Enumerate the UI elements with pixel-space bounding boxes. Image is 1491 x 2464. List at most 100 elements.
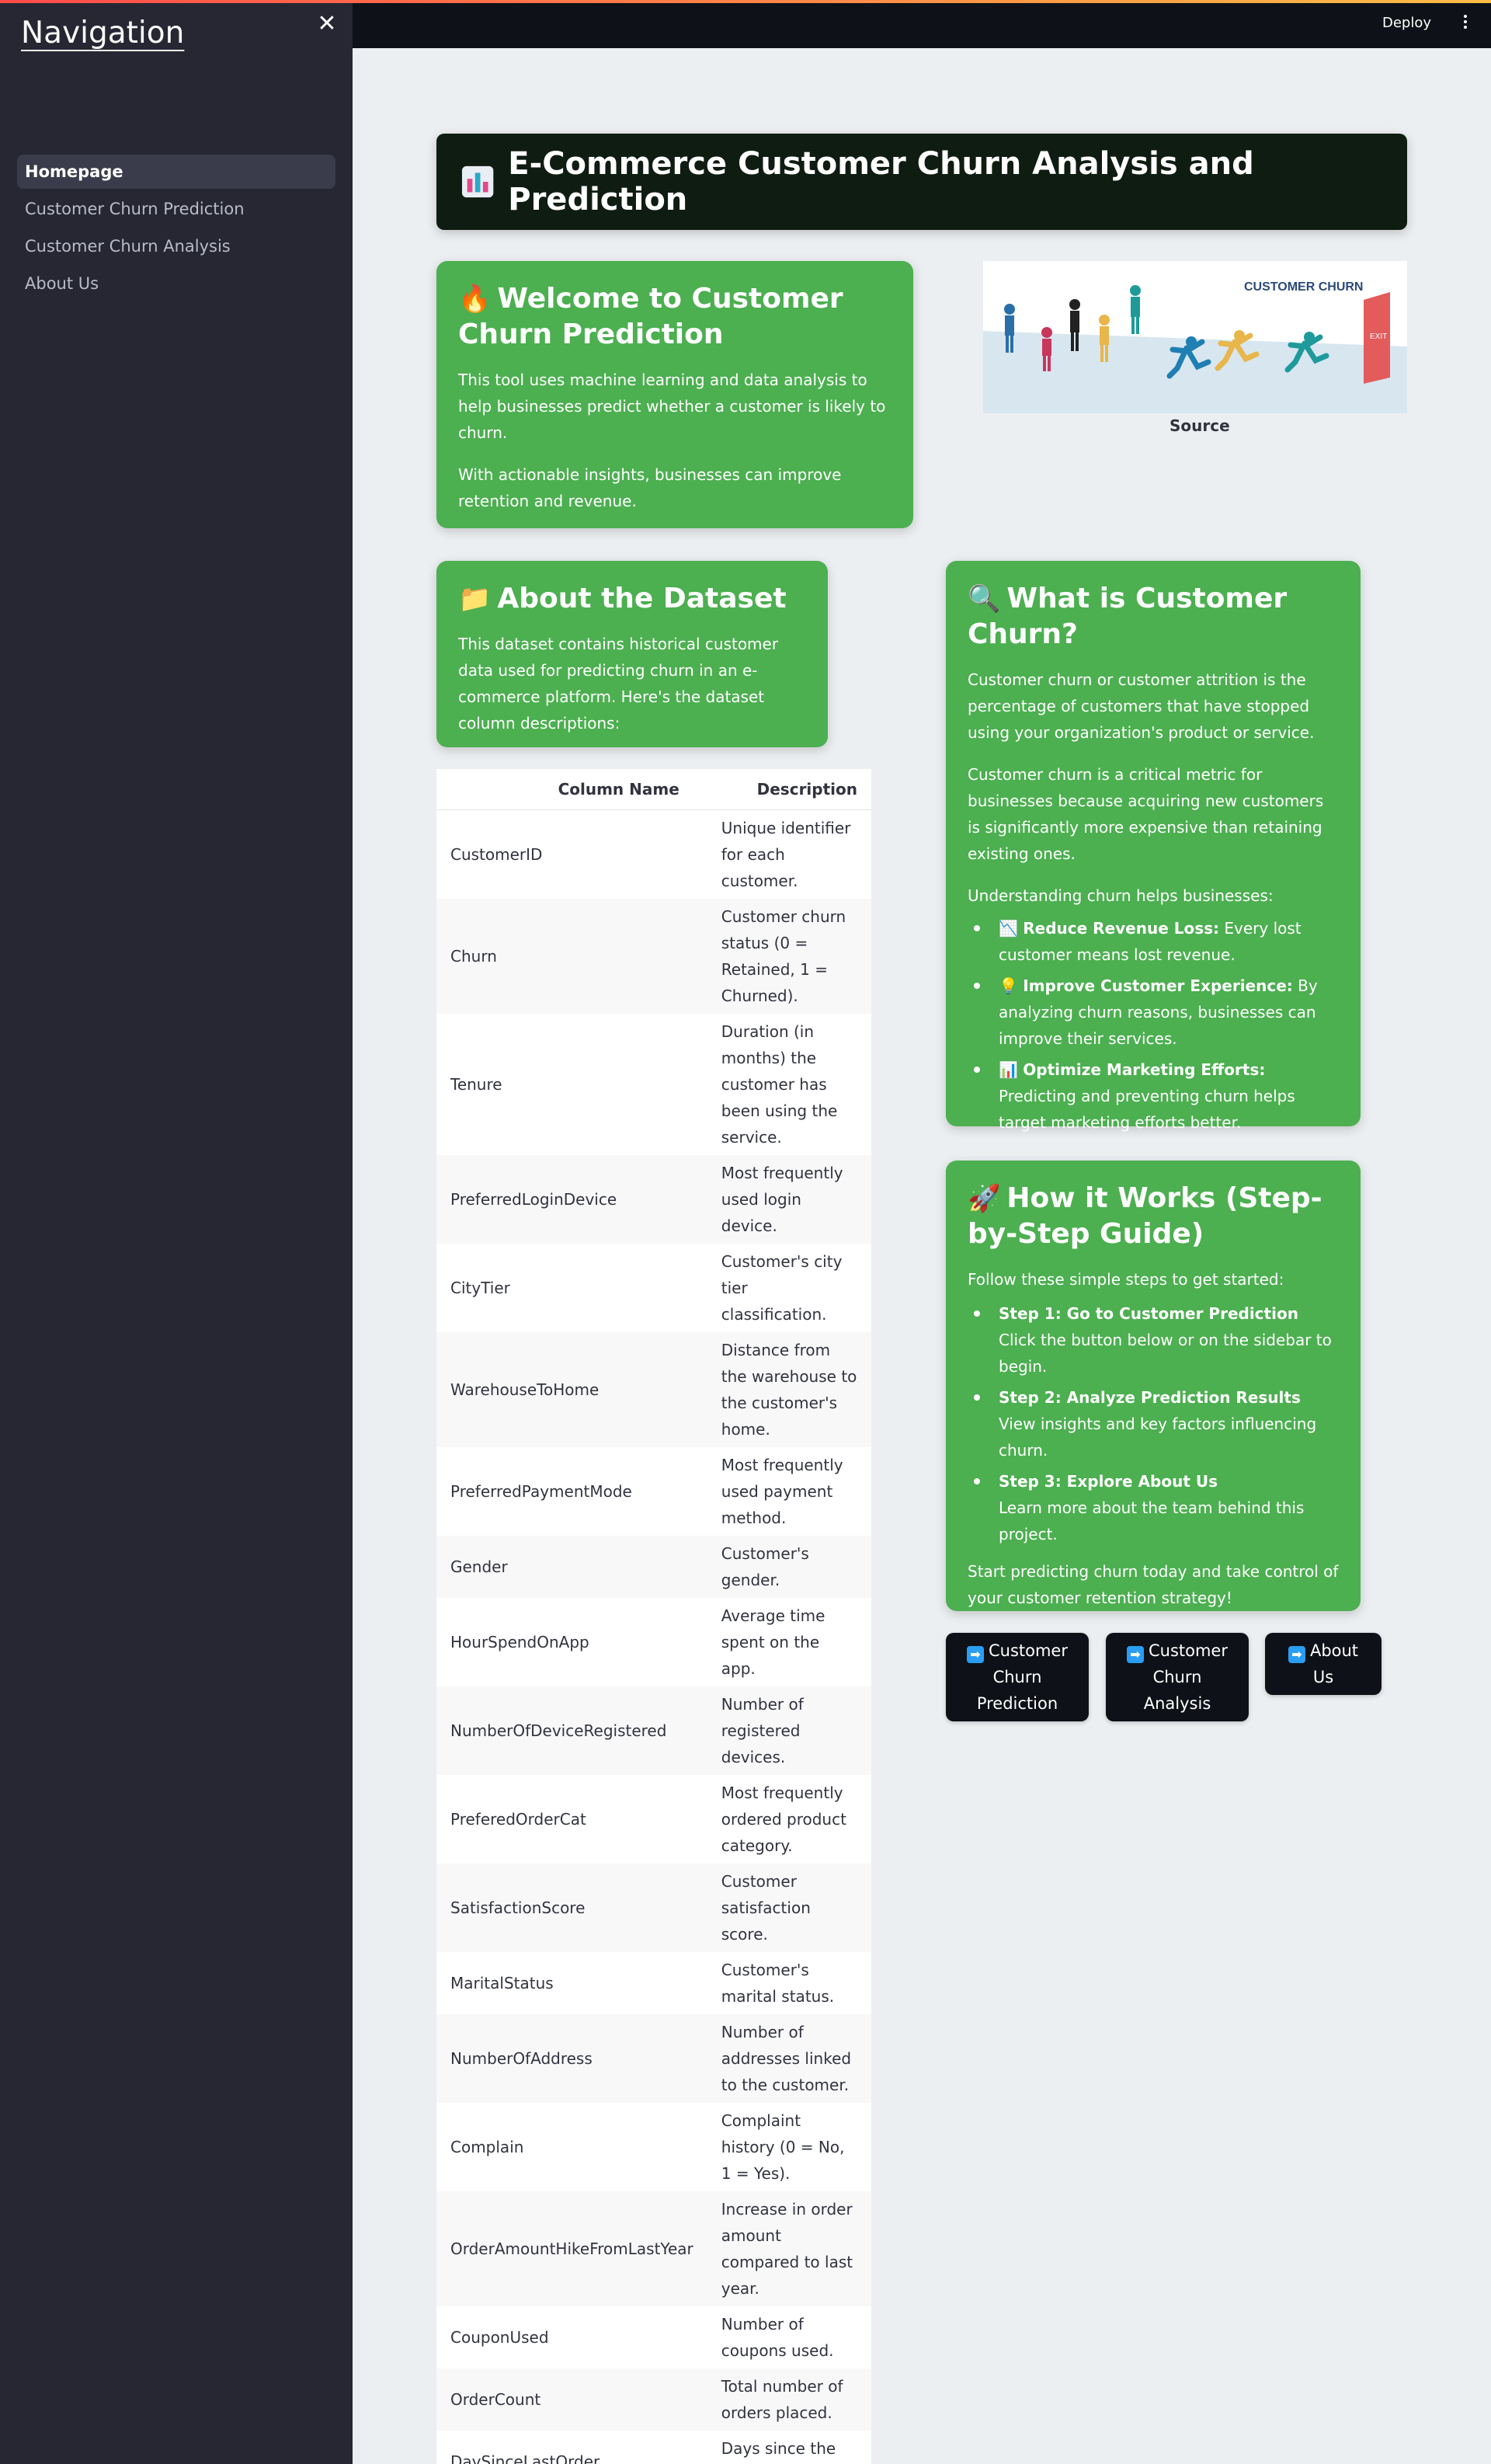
description-cell: Customer's gender. bbox=[707, 1535, 871, 1598]
step-text: View insights and key factors influencin… bbox=[999, 1415, 1317, 1460]
column-name-cell: Tenure bbox=[436, 1013, 707, 1155]
description-cell: Most frequently used login device. bbox=[707, 1154, 871, 1244]
bar-chart-icon bbox=[461, 165, 494, 198]
top-header bbox=[353, 0, 1491, 48]
image-source-caption: Source bbox=[1170, 416, 1230, 435]
page-title: E-Commerce Customer Churn Analysis and P… bbox=[508, 146, 1254, 218]
close-icon[interactable]: ✕ bbox=[314, 11, 340, 37]
lightbulb-icon: 💡 bbox=[999, 976, 1018, 995]
table-row: CityTier Customer's city tier classificat… bbox=[436, 1243, 871, 1332]
customer-churn-label: CUSTOMER CHURN bbox=[1244, 280, 1363, 294]
description-cell: Days since the last order. bbox=[707, 2430, 871, 2464]
how-it-works-card: 🚀 How it Works (Step-by-Step Guide) Follo… bbox=[946, 1161, 1361, 1611]
table-row: Churn Customer churn status (0 = Retained… bbox=[436, 898, 871, 1014]
deploy-button[interactable]: Deploy bbox=[1382, 15, 1431, 31]
churn-importance-text: Customer churn is a critical metric for … bbox=[968, 765, 1324, 863]
button-label: Customer Churn Analysis bbox=[1143, 1641, 1228, 1713]
fire-icon: 🔥 bbox=[458, 284, 492, 315]
table-body: CustomerID Unique identifier for each cus… bbox=[436, 809, 871, 2464]
about-dataset-title: 📁 About the Dataset bbox=[458, 581, 806, 617]
description-cell: Most frequently used payment method. bbox=[707, 1446, 871, 1536]
about-dataset-card: 📁 About the Dataset This dataset contains… bbox=[436, 561, 828, 747]
list-item: 💡 Improve Customer Experience: By analyz… bbox=[974, 973, 1339, 1052]
welcome-text-2: With actionable insights, businesses can… bbox=[458, 465, 842, 510]
step-title: Step 3: Explore About Us bbox=[999, 1472, 1218, 1491]
description-header: Description bbox=[707, 769, 871, 810]
column-name-cell: OrderCount bbox=[436, 2368, 707, 2431]
welcome-card: 🔥 Welcome to Customer Churn Prediction Th… bbox=[436, 261, 913, 528]
about-dataset-title-text: About the Dataset bbox=[497, 583, 787, 614]
customer-churn-illustration: EXIT CUSTOMER CHURN bbox=[983, 261, 1407, 413]
table-row: Tenure Duration (in months) the customer … bbox=[436, 1013, 871, 1155]
column-name-cell: NumberOfAddress bbox=[436, 2013, 707, 2103]
description-cell: Most frequently ordered product category… bbox=[707, 1774, 871, 1864]
what-is-churn-title-text: What is Customer Churn? bbox=[968, 583, 1288, 650]
customer-churn-prediction-button[interactable]: ➡ Customer Churn Prediction bbox=[946, 1633, 1089, 1721]
column-name-cell: NumberOfDeviceRegistered bbox=[436, 1686, 707, 1775]
sidebar-item-customer-churn-analysis[interactable]: Customer Churn Analysis bbox=[17, 229, 335, 263]
arrow-right-icon: ➡ bbox=[1288, 1646, 1305, 1663]
table-row: PreferredLoginDevice Most frequently used… bbox=[436, 1154, 871, 1244]
kebab-menu-icon[interactable] bbox=[1457, 12, 1474, 36]
step-text: Click the button below or on the sidebar… bbox=[999, 1331, 1332, 1376]
welcome-text-1: This tool uses machine learning and data… bbox=[458, 371, 886, 442]
rocket-icon: 🚀 bbox=[968, 1183, 1001, 1214]
list-item: 📉 Reduce Revenue Loss: Every lost custom… bbox=[974, 915, 1339, 968]
what-is-churn-title: 🔍 What is Customer Churn? bbox=[968, 581, 1339, 653]
step-title: Step 1: Go to Customer Prediction bbox=[999, 1304, 1298, 1323]
table-row: NumberOfDeviceRegistered Number of regist… bbox=[436, 1686, 871, 1775]
description-cell: Customer's marital status. bbox=[707, 1951, 871, 2014]
sidebar-title: Navigation bbox=[21, 16, 185, 50]
table-row: HourSpendOnApp Average time spent on the … bbox=[436, 1597, 871, 1686]
folder-icon: 📁 bbox=[458, 583, 492, 614]
list-item: Step 2: Analyze Prediction Results View i… bbox=[974, 1384, 1339, 1463]
table-row: OrderCount Total number of orders placed. bbox=[436, 2368, 871, 2431]
column-name-cell: HourSpendOnApp bbox=[436, 1597, 707, 1686]
description-cell: Number of addresses linked to the custom… bbox=[707, 2013, 871, 2103]
list-item-text: Predicting and preventing churn helps ta… bbox=[999, 1087, 1295, 1132]
customer-churn-analysis-button[interactable]: ➡ Customer Churn Analysis bbox=[1106, 1633, 1249, 1721]
step-title: Step 2: Analyze Prediction Results bbox=[999, 1388, 1301, 1407]
how-it-works-title: 🚀 How it Works (Step-by-Step Guide) bbox=[968, 1181, 1339, 1252]
column-name-cell: OrderAmountHikeFromLastYear bbox=[436, 2191, 707, 2306]
dataset-columns-table: Column Name Description CustomerID Unique… bbox=[436, 769, 871, 2464]
table-row: WarehouseToHome Distance from the warehou… bbox=[436, 1331, 871, 1447]
description-cell: Average time spent on the app. bbox=[707, 1597, 871, 1686]
step-text: Learn more about the team behind this pr… bbox=[999, 1498, 1305, 1543]
button-label: Customer Churn Prediction bbox=[976, 1641, 1068, 1713]
table-row: CouponUsed Number of coupons used. bbox=[436, 2306, 871, 2368]
column-name-cell: SatisfactionScore bbox=[436, 1863, 707, 1952]
column-name-cell: CityTier bbox=[436, 1243, 707, 1332]
sidebar-item-customer-churn-prediction[interactable]: Customer Churn Prediction bbox=[17, 192, 335, 226]
list-item-strong: Reduce Revenue Loss: bbox=[1023, 919, 1220, 938]
list-item: 📊 Optimize Marketing Efforts: Predicting… bbox=[974, 1056, 1339, 1136]
table-row: NumberOfAddress Number of addresses linke… bbox=[436, 2013, 871, 2103]
button-label: About Us bbox=[1309, 1641, 1359, 1686]
column-name-cell: MaritalStatus bbox=[436, 1951, 707, 2014]
column-name-cell: PreferredPaymentMode bbox=[436, 1446, 707, 1536]
table-row: DaySinceLastOrderDays since the last ord… bbox=[436, 2430, 871, 2464]
steps-list: Step 1: Go to Customer Prediction Click t… bbox=[974, 1300, 1339, 1547]
list-item: Step 1: Go to Customer Prediction Click t… bbox=[974, 1300, 1339, 1380]
column-name-cell: CustomerID bbox=[436, 809, 707, 899]
description-cell: Customer satisfaction score. bbox=[707, 1863, 871, 1952]
sidebar-item-about-us[interactable]: About Us bbox=[17, 266, 335, 301]
how-it-works-outro: Start predicting churn today and take co… bbox=[968, 1562, 1339, 1607]
column-name-cell: Complain bbox=[436, 2102, 707, 2191]
table-row: PreferedOrderCat Most frequently ordered … bbox=[436, 1774, 871, 1864]
column-name-cell: Churn bbox=[436, 898, 707, 1014]
what-is-churn-card: 🔍 What is Customer Churn? Customer churn … bbox=[946, 561, 1361, 1132]
page-title-banner: E-Commerce Customer Churn Analysis and P… bbox=[436, 134, 1407, 230]
description-cell: Duration (in months) the customer has be… bbox=[707, 1013, 871, 1155]
table-row: PreferredPaymentMode Most frequently used… bbox=[436, 1446, 871, 1536]
how-it-works-intro: Follow these simple steps to get started… bbox=[968, 1270, 1284, 1289]
description-cell: Customer's city tier classification. bbox=[707, 1243, 871, 1332]
about-us-button[interactable]: ➡ About Us bbox=[1265, 1633, 1382, 1695]
sidebar-nav: Homepage Customer Churn Prediction Custo… bbox=[17, 155, 335, 304]
description-cell: Unique identifier for each customer. bbox=[707, 809, 871, 899]
churn-benefits-list: 📉 Reduce Revenue Loss: Every lost custom… bbox=[974, 915, 1339, 1136]
sidebar-item-homepage[interactable]: Homepage bbox=[17, 155, 335, 189]
table-row: Complain Complaint history (0 = No, 1 = Y… bbox=[436, 2102, 871, 2191]
description-cell: Number of coupons used. bbox=[707, 2306, 871, 2368]
description-cell: Complaint history (0 = No, 1 = Yes). bbox=[707, 2102, 871, 2191]
